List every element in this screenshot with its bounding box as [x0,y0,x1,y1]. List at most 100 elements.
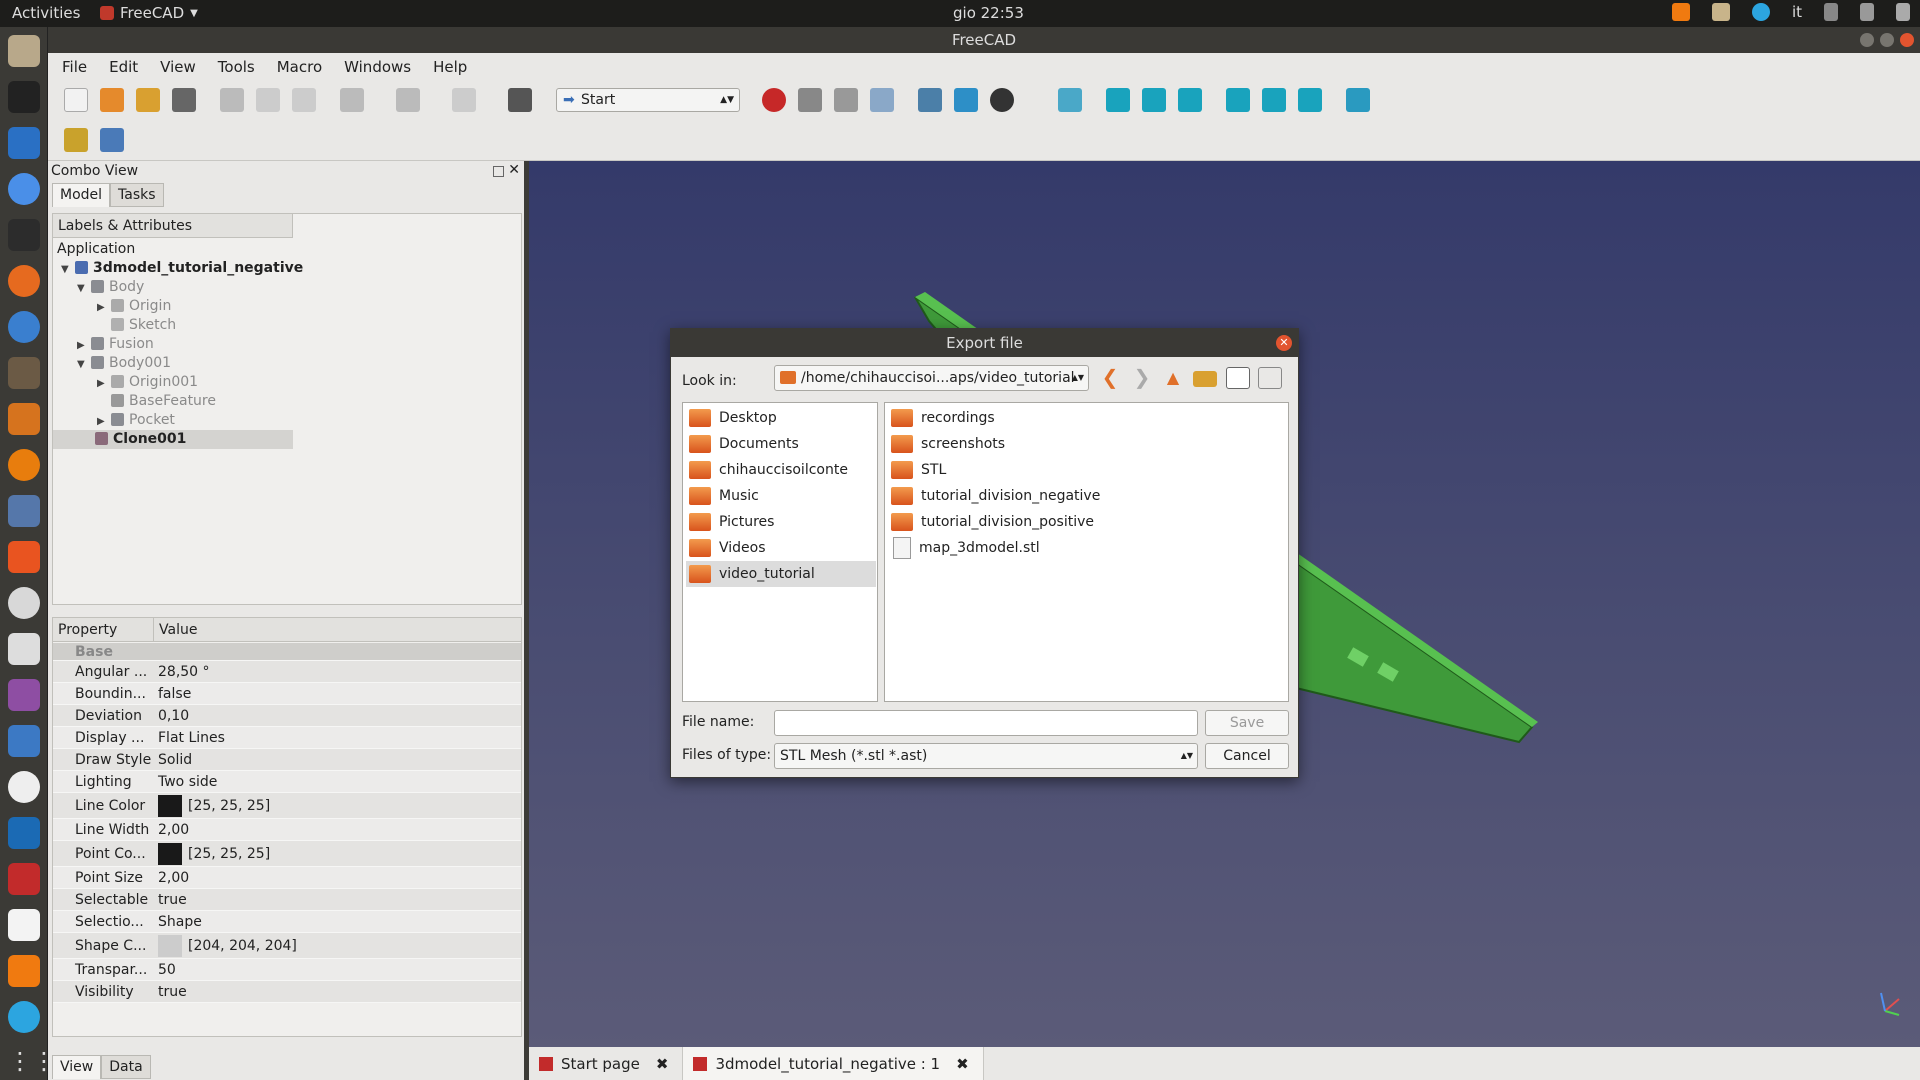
fit-selection-icon[interactable] [954,88,978,112]
open-document-icon[interactable] [100,88,124,112]
property-value-cell[interactable]: Shape [154,914,521,930]
property-row[interactable]: Shape C... [204, 204, 204] [53,933,521,959]
cut-icon[interactable] [220,88,244,112]
tab-model[interactable]: Model [52,183,111,207]
property-row[interactable]: Lighting Two side [53,771,521,793]
left-view-icon[interactable] [1298,88,1322,112]
tree-item-body001[interactable]: ▼ Body001 [77,354,171,373]
property-row[interactable]: Line Width 2,00 [53,819,521,841]
eye-icon[interactable] [8,771,40,803]
tab-tasks[interactable]: Tasks [110,183,164,207]
macro-record-icon[interactable] [762,88,786,112]
blender-icon[interactable] [8,449,40,481]
undo-icon[interactable] [340,88,364,112]
property-row[interactable]: Point Co... [25, 25, 25] [53,841,521,867]
minimize-button[interactable] [1860,33,1874,47]
print-icon[interactable] [172,88,196,112]
dialog-close-icon[interactable]: ✕ [1276,335,1292,351]
gimp-icon[interactable] [8,357,40,389]
writer-icon[interactable] [8,127,40,159]
forward-icon[interactable]: ❯ [1130,367,1154,389]
tab-3dmodel[interactable]: 3dmodel_tutorial_negative : 1 ✖ [683,1047,984,1080]
property-group-base[interactable]: Base [53,643,521,661]
right-view-icon[interactable] [1178,88,1202,112]
tree-item-origin001[interactable]: ▶ Origin001 [97,373,198,392]
place-video-tutorial[interactable]: video_tutorial [686,561,876,587]
property-row[interactable]: Transpar... 50 [53,959,521,981]
property-value-cell[interactable]: Solid [154,752,521,768]
telegram-tray-icon[interactable] [1751,3,1770,21]
property-row[interactable]: Display ... Flat Lines [53,727,521,749]
list-item[interactable]: screenshots [888,431,1005,457]
fit-all-icon[interactable] [918,88,942,112]
front-view-icon[interactable] [1106,88,1130,112]
workbench-selector[interactable]: Start ➡ ▲▼ [556,88,740,112]
list-item[interactable]: tutorial_division_positive [888,509,1094,535]
expand-arrow-icon[interactable]: ▼ [61,260,75,279]
property-row[interactable]: Point Size 2,00 [53,867,521,889]
tree-item-document[interactable]: ▼ 3dmodel_tutorial_negative [61,259,303,278]
property-row[interactable]: Selectable true [53,889,521,911]
property-row[interactable]: Angular ... 28,50 ° [53,661,521,683]
maximize-button[interactable] [1880,33,1894,47]
browser-icon[interactable] [8,311,40,343]
new-document-icon[interactable] [64,88,88,112]
vlc-tray-icon[interactable] [1671,3,1690,21]
volume-icon[interactable] [1860,3,1874,21]
place-documents[interactable]: Documents [686,431,799,457]
property-value-cell[interactable]: true [154,892,521,908]
float-icon[interactable] [493,166,504,177]
close-icon[interactable]: ✖ [956,1055,969,1073]
telegram-icon[interactable] [8,1001,40,1033]
property-value-cell[interactable]: Two side [154,774,521,790]
freecad-dock-icon[interactable] [8,863,40,895]
apps-grid-icon[interactable]: ⋮⋮ [8,1045,56,1077]
property-row[interactable]: Deviation 0,10 [53,705,521,727]
property-row[interactable]: Draw Style Solid [53,749,521,771]
refresh-icon[interactable] [452,88,476,112]
inkscape-icon[interactable] [8,81,40,113]
close-icon[interactable]: ✕ [508,162,520,178]
property-value-cell[interactable]: 0,10 [154,708,521,724]
property-value-cell[interactable]: 28,50 ° [154,664,521,680]
save-document-icon[interactable] [136,88,160,112]
collapse-arrow-icon[interactable]: ▶ [97,412,111,431]
new-folder-icon[interactable] [1193,371,1217,387]
part-workbench-icon[interactable] [64,128,88,152]
expand-arrow-icon[interactable]: ▼ [77,279,91,298]
camera-icon[interactable] [8,633,40,665]
clock[interactable]: gio 22:53 [953,4,1024,22]
tree-item-fusion[interactable]: ▶ Fusion [77,335,154,354]
redo-icon[interactable] [396,88,420,112]
keyboard-layout[interactable]: it [1792,3,1802,21]
files-icon[interactable] [8,35,40,67]
cancel-button[interactable]: Cancel [1205,743,1289,769]
software-icon[interactable] [8,541,40,573]
property-value-cell[interactable]: Flat Lines [154,730,521,746]
property-value-cell[interactable]: 2,00 [154,822,521,838]
tree-item-body[interactable]: ▼ Body [77,278,144,297]
property-value-cell[interactable]: true [154,984,521,1000]
place-music[interactable]: Music [686,483,759,509]
property-row[interactable]: Selectio... Shape [53,911,521,933]
look-in-combo[interactable]: /home/chihauccisoi...aps/video_tutorial … [774,365,1089,391]
file-name-input[interactable] [774,710,1198,736]
clipboard-tray-icon[interactable] [1711,3,1730,21]
file-type-select[interactable]: STL Mesh (*.stl *.ast) ▲▼ [774,743,1198,769]
menu-help[interactable]: Help [433,58,467,76]
property-value-cell[interactable]: [204, 204, 204] [154,934,521,957]
virtualbox-icon[interactable] [8,817,40,849]
property-value-cell[interactable]: [25, 25, 25] [154,794,521,817]
impress-icon[interactable] [8,495,40,527]
menu-file[interactable]: File [62,58,87,76]
property-row[interactable]: Boundin... false [53,683,521,705]
rear-view-icon[interactable] [1226,88,1250,112]
list-item[interactable]: map_3dmodel.stl [888,535,1040,561]
back-icon[interactable]: ❮ [1098,367,1122,389]
tree-item-sketch[interactable]: Sketch [111,316,176,335]
tab-start-page[interactable]: Start page ✖ [529,1047,684,1080]
app-menu[interactable]: FreeCAD ▼ [100,4,198,22]
tree-item-clone001[interactable]: Clone001 [53,430,293,449]
macro-edit-icon[interactable] [834,88,858,112]
color-swatch[interactable] [158,842,182,865]
